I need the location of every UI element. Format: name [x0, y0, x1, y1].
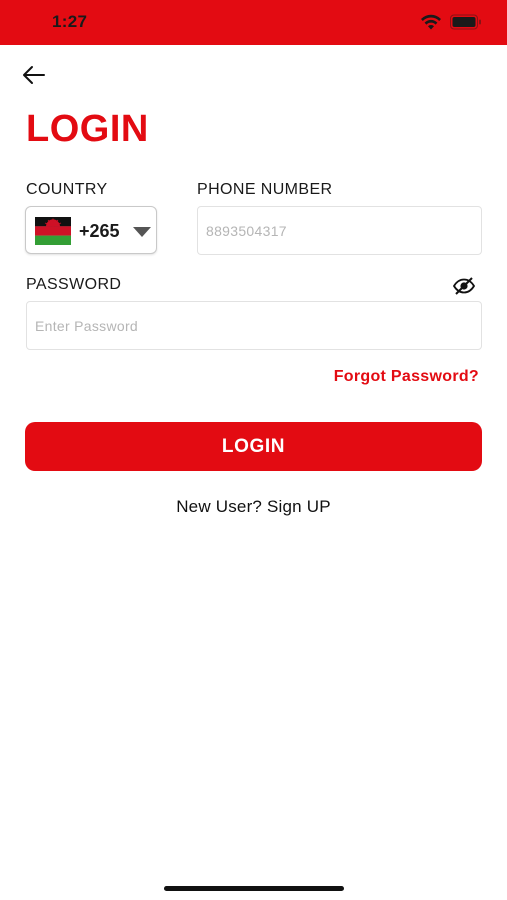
country-code: +265 — [79, 221, 120, 241]
phone-number-input[interactable] — [197, 206, 482, 255]
home-indicator — [164, 886, 344, 891]
forgot-password-link[interactable]: Forgot Password? — [334, 368, 479, 386]
phone-label: PHONE NUMBER — [197, 181, 333, 198]
arrow-left-icon — [23, 66, 45, 84]
status-bar: 1:27 — [0, 0, 507, 45]
country-code-selector[interactable]: +265 — [25, 206, 157, 254]
country-label: COUNTRY — [26, 181, 108, 198]
eye-slash-icon — [452, 277, 476, 295]
login-button[interactable]: LOGIN — [25, 422, 482, 471]
password-visibility-toggle[interactable] — [452, 276, 476, 296]
page-title: LOGIN — [26, 108, 149, 150]
signup-link[interactable]: New User? Sign UP — [0, 497, 507, 517]
password-label: PASSWORD — [26, 276, 122, 293]
password-input[interactable] — [26, 301, 482, 350]
caret-down-icon — [133, 227, 151, 237]
battery-icon — [450, 14, 481, 30]
wifi-icon — [421, 14, 441, 30]
status-time: 1:27 — [52, 12, 88, 31]
back-button[interactable] — [20, 62, 50, 88]
malawi-flag-icon — [35, 217, 71, 245]
